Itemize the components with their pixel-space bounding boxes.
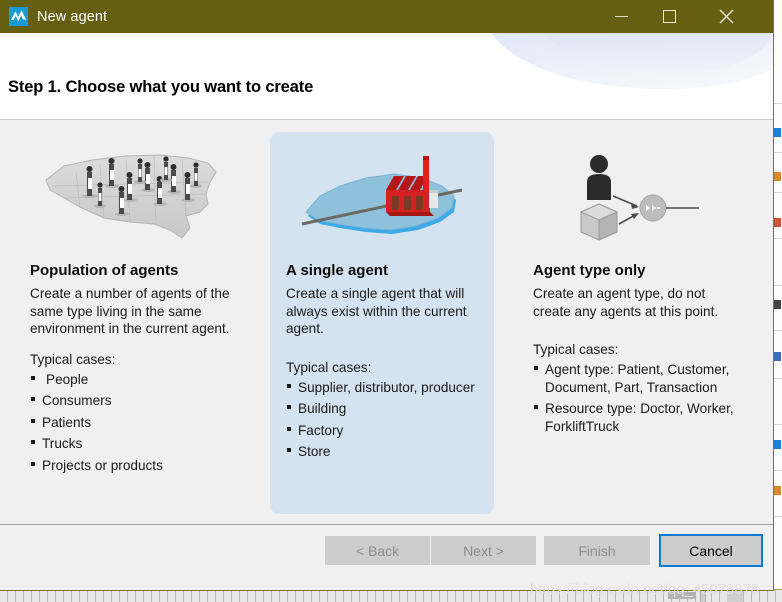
typical-cases-label: Typical cases: bbox=[30, 352, 230, 367]
typical-cases-list: Agent type: Patient, Customer, Document,… bbox=[521, 361, 745, 435]
option-card-description: Create an agent type, do not create any … bbox=[533, 285, 733, 320]
list-item: Patients bbox=[30, 414, 232, 431]
option-card-population-of-agents[interactable]: Population of agents Create a number of … bbox=[18, 132, 242, 514]
box-3d bbox=[581, 204, 617, 240]
list-item: Consumers bbox=[30, 392, 232, 409]
page-title: Step 1. Choose what you want to create bbox=[8, 78, 313, 97]
option-card-title: Population of agents bbox=[30, 262, 242, 279]
typical-cases-list: Supplier, distributor, producer Building… bbox=[270, 379, 494, 461]
option-card-a-single-agent[interactable]: A single agent Create a single agent tha… bbox=[270, 132, 494, 514]
option-card-list: Population of agents Create a number of … bbox=[0, 120, 773, 514]
us-map-with-people-icon bbox=[18, 140, 242, 252]
typical-cases-label: Typical cases: bbox=[533, 342, 733, 357]
minimize-button[interactable] bbox=[598, 0, 644, 33]
person-silhouette bbox=[587, 155, 611, 200]
list-item: Supplier, distributor, producer bbox=[286, 379, 484, 396]
scrollbar-divider bbox=[700, 590, 706, 602]
option-card-description: Create a single agent that will always e… bbox=[286, 285, 480, 338]
list-item: People bbox=[30, 371, 232, 388]
anylogic-logo-icon bbox=[9, 7, 28, 26]
cancel-button-label: Cancel bbox=[661, 536, 761, 565]
typical-cases-list: People Consumers Patients Trucks Project… bbox=[18, 371, 242, 474]
new-agent-wizard-dialog: New agent Step 1. Choose what you want t… bbox=[0, 0, 774, 591]
next-button[interactable]: Next > bbox=[431, 536, 536, 565]
list-item: Resource type: Doctor, Worker, ForkliftT… bbox=[533, 400, 735, 435]
dialog-button-bar: < Back Next > Finish Cancel bbox=[0, 524, 773, 590]
back-button[interactable]: < Back bbox=[325, 536, 430, 565]
island-with-factory-icon bbox=[270, 140, 494, 252]
list-item: Trucks bbox=[30, 435, 232, 452]
option-card-title: Agent type only bbox=[533, 262, 745, 279]
scrollbar-end bbox=[727, 590, 743, 602]
person-box-agent-type-icon bbox=[521, 140, 745, 252]
title-bar[interactable]: New agent bbox=[0, 0, 773, 33]
list-item: Agent type: Patient, Customer, Document,… bbox=[533, 361, 735, 396]
scrollbar-thumb[interactable] bbox=[668, 592, 696, 599]
cancel-button[interactable]: Cancel bbox=[659, 534, 763, 567]
list-item: Projects or products bbox=[30, 457, 232, 474]
finish-button[interactable]: Finish bbox=[544, 536, 650, 565]
option-card-agent-type-only[interactable]: Agent type only Create an agent type, do… bbox=[521, 132, 745, 514]
close-button[interactable] bbox=[703, 0, 749, 33]
maximize-button[interactable] bbox=[646, 0, 692, 33]
list-item: Building bbox=[286, 400, 484, 417]
option-card-title: A single agent bbox=[286, 262, 494, 279]
window-title: New agent bbox=[37, 9, 107, 25]
list-item: Factory bbox=[286, 422, 484, 439]
maximize-icon bbox=[663, 10, 676, 23]
list-item: Store bbox=[286, 443, 484, 460]
typical-cases-label: Typical cases: bbox=[286, 360, 482, 375]
close-icon bbox=[719, 9, 734, 24]
wizard-content: Population of agents Create a number of … bbox=[0, 120, 773, 524]
wizard-header: Step 1. Choose what you want to create bbox=[0, 33, 773, 120]
minimize-icon bbox=[615, 16, 628, 17]
option-card-description: Create a number of agents of the same ty… bbox=[30, 285, 230, 338]
